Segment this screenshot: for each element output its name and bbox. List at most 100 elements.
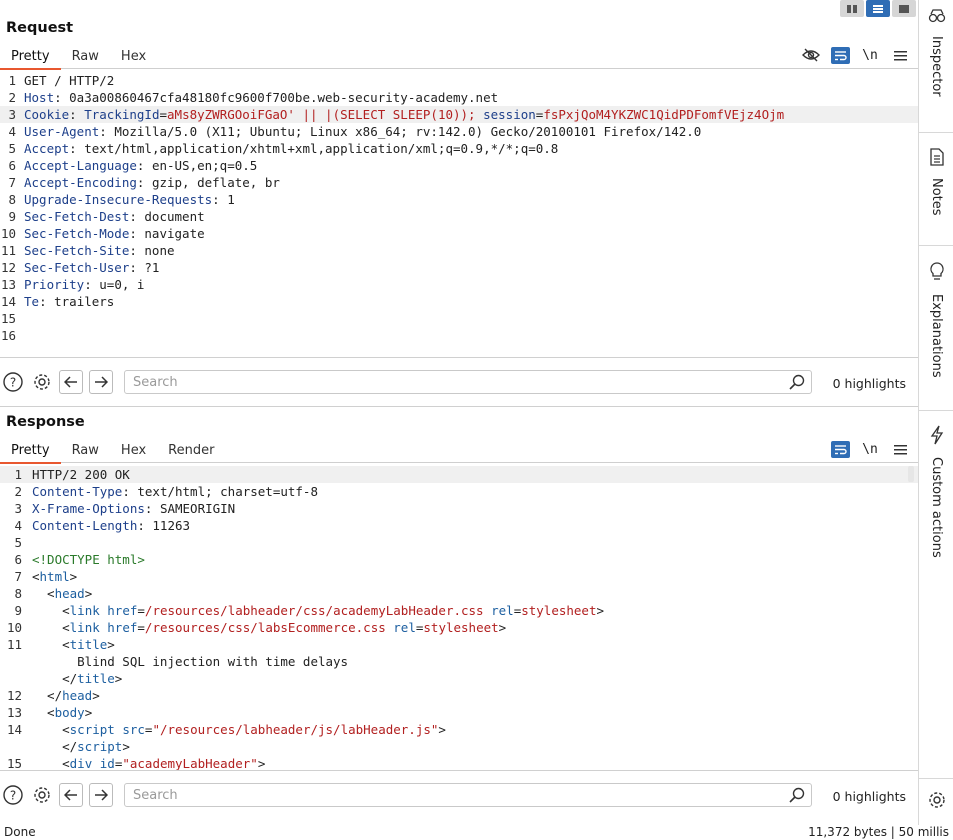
- code-token: html: [39, 569, 70, 584]
- line-content: Content-Type: text/html; charset=utf-8: [32, 483, 318, 500]
- line-content: Sec-Fetch-Dest: document: [24, 208, 205, 225]
- code-token: Content-Type: [32, 484, 123, 499]
- request-menu-icon[interactable]: [890, 46, 910, 64]
- line-number: 5: [8, 141, 16, 156]
- sidebar-label-explanations: Explanations: [929, 294, 944, 378]
- status-text: Done: [4, 825, 36, 839]
- code-token: head: [62, 688, 93, 703]
- code-token: <: [32, 705, 55, 720]
- search-previous-arrow-icon[interactable]: [59, 783, 83, 807]
- request-tab-hex[interactable]: Hex: [110, 45, 157, 69]
- line-content: <head>: [32, 585, 92, 602]
- layout-tabs-button[interactable]: [892, 0, 916, 17]
- layout-side-by-side-button[interactable]: [840, 0, 864, 17]
- code-token: >: [107, 637, 115, 652]
- response-tab-raw[interactable]: Raw: [61, 439, 110, 463]
- response-tab-render[interactable]: Render: [157, 439, 225, 463]
- code-token: Cookie: [24, 107, 70, 122]
- line-content: Te: trailers: [24, 293, 114, 310]
- request-search-input[interactable]: [125, 371, 775, 393]
- line-content: GET / HTTP/2: [24, 72, 114, 89]
- request-newline-toggle[interactable]: \n: [860, 46, 880, 64]
- response-scrollbar[interactable]: [908, 466, 914, 482]
- panel-divider: [0, 406, 918, 407]
- code-token: </: [32, 739, 78, 754]
- code-token: TrackingId: [84, 107, 160, 122]
- hide-nonprintable-eye-icon[interactable]: [801, 46, 821, 64]
- code-token: : SAMEORIGIN: [144, 501, 236, 516]
- code-line: 8 Upgrade-Insecure-Requests: 1: [0, 191, 918, 208]
- line-content: X-Frame-Options: SAMEORIGIN: [32, 500, 235, 517]
- code-line: 10 Sec-Fetch-Mode: navigate: [0, 225, 918, 242]
- line-content: Sec-Fetch-Site: none: [24, 242, 175, 259]
- response-editor[interactable]: 1 HTTP/2 200 OK 2 Content-Type: text/html; …: [0, 466, 918, 770]
- settings-gear-icon[interactable]: [30, 783, 54, 807]
- code-line: 14 <script src="/resources/labheader/js/…: [0, 721, 918, 738]
- code-line: 2 Host: 0a3a00860467cfa48180fc9600f700be.…: [0, 89, 918, 106]
- settings-gear-icon[interactable]: [30, 370, 54, 394]
- request-tab-raw[interactable]: Raw: [61, 45, 110, 69]
- line-content: Accept-Encoding: gzip, deflate, br: [24, 174, 280, 191]
- main-area: Request Pretty Raw Hex \n 1 GET / HTTP/2 2…: [0, 0, 918, 825]
- layout-stacked-button[interactable]: [866, 0, 890, 17]
- code-token: /resources/labheader/css/academyLabHeade…: [144, 603, 484, 618]
- search-previous-arrow-icon[interactable]: [59, 370, 83, 394]
- line-number: 13: [6, 705, 22, 720]
- line-number: 16: [0, 328, 16, 343]
- code-line: 11 <title>: [0, 636, 918, 653]
- response-tab-pretty[interactable]: Pretty: [0, 439, 61, 464]
- search-next-arrow-icon[interactable]: [89, 783, 113, 807]
- lightbulb-icon: [929, 262, 945, 286]
- code-token: >: [257, 756, 266, 770]
- request-editor[interactable]: 1 GET / HTTP/2 2 Host: 0a3a00860467cfa48180…: [0, 72, 918, 356]
- request-divider: [0, 357, 918, 358]
- code-line: 15 <div id="academyLabHeader">: [0, 755, 918, 770]
- code-token: script: [69, 722, 115, 737]
- response-menu-icon[interactable]: [890, 440, 910, 458]
- code-token: : en-US,en;q=0.5: [136, 158, 258, 173]
- code-token: Accept-Encoding: [24, 175, 137, 190]
- request-search-box: [124, 370, 812, 394]
- search-next-arrow-icon[interactable]: [89, 370, 113, 394]
- help-icon[interactable]: ?: [1, 783, 25, 807]
- line-number: 10: [0, 226, 16, 241]
- line-number: 12: [0, 260, 16, 275]
- code-line: 3 X-Frame-Options: SAMEORIGIN: [0, 500, 918, 517]
- code-token: : u=0, i: [84, 277, 145, 292]
- code-token: link: [69, 603, 100, 618]
- line-number: 5: [14, 535, 22, 550]
- response-wrap-lines-button[interactable]: [831, 440, 850, 458]
- code-token: =: [159, 107, 168, 122]
- code-token: rel: [491, 603, 514, 618]
- code-token: div: [69, 756, 93, 770]
- response-search-input[interactable]: [125, 784, 775, 806]
- code-token: link: [69, 620, 100, 635]
- code-token: X-Frame-Options: [32, 501, 145, 516]
- code-token: >: [92, 688, 100, 703]
- request-wrap-lines-button[interactable]: [831, 46, 850, 64]
- sidebar-item-explanations[interactable]: Explanations: [919, 262, 953, 378]
- lightning-icon: [929, 425, 945, 449]
- code-line: 7 Accept-Encoding: gzip, deflate, br: [0, 174, 918, 191]
- code-token: Priority: [24, 277, 85, 292]
- code-token: : 1: [212, 192, 235, 207]
- sidebar-settings-gear-icon[interactable]: [927, 790, 947, 814]
- response-newline-toggle[interactable]: \n: [860, 440, 880, 458]
- sidebar-item-inspector[interactable]: Inspector: [919, 8, 953, 97]
- code-token: head: [54, 586, 85, 601]
- code-line: 12 Sec-Fetch-User: ?1: [0, 259, 918, 276]
- response-tab-hex[interactable]: Hex: [110, 439, 157, 463]
- code-token: >: [122, 739, 130, 754]
- line-number: 11: [6, 637, 22, 652]
- code-token: href: [107, 620, 138, 635]
- inspector-icon: [928, 8, 946, 28]
- help-icon[interactable]: ?: [1, 370, 25, 394]
- line-number: 14: [0, 294, 16, 309]
- request-tab-pretty[interactable]: Pretty: [0, 45, 61, 70]
- line-content: Cookie: TrackingId=aMs8yZWRGOoiFGaO' || …: [24, 106, 784, 123]
- sidebar-item-notes[interactable]: Notes: [919, 148, 953, 216]
- code-line: 9 Sec-Fetch-Dest: document: [0, 208, 918, 225]
- sidebar-item-custom-actions[interactable]: Custom actions: [919, 425, 953, 558]
